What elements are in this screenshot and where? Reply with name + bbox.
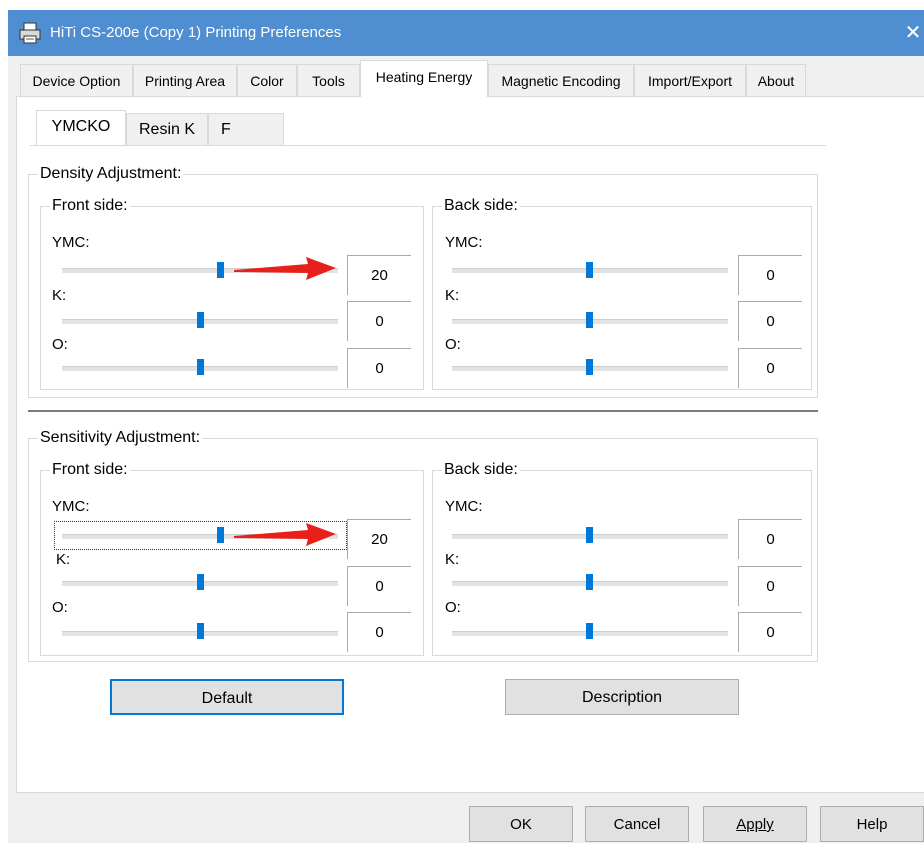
sensitivity-front-o-label: O: bbox=[52, 599, 68, 616]
description-button[interactable]: Description bbox=[505, 679, 739, 715]
density-front-k-label: K: bbox=[52, 287, 67, 304]
density-front-o-thumb[interactable] bbox=[197, 359, 204, 375]
annotation-arrow-icon bbox=[234, 257, 336, 280]
density-back-o-label: O: bbox=[445, 336, 461, 353]
density-back-k-label: K: bbox=[445, 287, 460, 304]
printer-icon bbox=[19, 22, 41, 44]
density-back-ymc-label: YMC: bbox=[445, 234, 483, 251]
density-front-ymc-label: YMC: bbox=[52, 234, 90, 251]
tab-about[interactable]: About bbox=[746, 64, 806, 96]
close-icon[interactable]: ✕ bbox=[902, 10, 924, 56]
density-back-title: Back side: bbox=[442, 197, 520, 215]
density-front-o-label: O: bbox=[52, 336, 68, 353]
sensitivity-back-o-label: O: bbox=[445, 599, 461, 616]
density-back-o-value[interactable]: 0 bbox=[738, 348, 802, 388]
sensitivity-back-title: Back side: bbox=[442, 461, 520, 479]
ok-button[interactable]: OK bbox=[469, 806, 573, 842]
subtab-resin-k[interactable]: Resin K bbox=[126, 113, 208, 145]
sensitivity-front-k-thumb[interactable] bbox=[197, 574, 204, 590]
density-back-ymc-thumb[interactable] bbox=[586, 262, 593, 278]
sensitivity-front-title: Front side: bbox=[50, 461, 130, 479]
tab-device-option[interactable]: Device Option bbox=[20, 64, 133, 96]
density-front-k-value[interactable]: 0 bbox=[347, 301, 411, 341]
subtab-ymcko[interactable]: YMCKO bbox=[36, 110, 126, 146]
tab-color[interactable]: Color bbox=[237, 64, 297, 96]
sensitivity-back-o-value[interactable]: 0 bbox=[738, 612, 802, 652]
cancel-button[interactable]: Cancel bbox=[585, 806, 689, 842]
help-button[interactable]: Help bbox=[820, 806, 924, 842]
sensitivity-back-k-label: K: bbox=[445, 551, 460, 568]
density-back-o-thumb[interactable] bbox=[586, 359, 593, 375]
subtab-underline bbox=[30, 145, 826, 146]
window-title: HiTi CS-200e (Copy 1) Printing Preferenc… bbox=[50, 24, 342, 41]
density-front-ymc-value[interactable]: 20 bbox=[347, 255, 411, 295]
sensitivity-front-o-thumb[interactable] bbox=[197, 623, 204, 639]
sensitivity-front-ymc-thumb[interactable] bbox=[217, 527, 224, 543]
density-front-o-value[interactable]: 0 bbox=[347, 348, 411, 388]
tab-magnetic-encoding[interactable]: Magnetic Encoding bbox=[488, 64, 634, 96]
annotation-arrow-icon bbox=[234, 523, 336, 546]
sensitivity-adjustment-title: Sensitivity Adjustment: bbox=[38, 429, 203, 447]
density-front-ymc-thumb[interactable] bbox=[217, 262, 224, 278]
sensitivity-back-k-thumb[interactable] bbox=[586, 574, 593, 590]
sensitivity-front-k-label: K: bbox=[56, 551, 71, 568]
tab-tools[interactable]: Tools bbox=[297, 64, 360, 96]
apply-button[interactable]: Apply bbox=[703, 806, 807, 842]
default-button[interactable]: Default bbox=[110, 679, 344, 715]
density-front-title: Front side: bbox=[50, 197, 130, 215]
sensitivity-front-o-value[interactable]: 0 bbox=[347, 612, 411, 652]
section-divider bbox=[28, 410, 818, 412]
sensitivity-back-ymc-value[interactable]: 0 bbox=[738, 519, 802, 559]
density-back-ymc-value[interactable]: 0 bbox=[738, 255, 802, 295]
sensitivity-front-k-value[interactable]: 0 bbox=[347, 566, 411, 606]
density-back-k-value[interactable]: 0 bbox=[738, 301, 802, 341]
density-adjustment-title: Density Adjustment: bbox=[38, 165, 184, 183]
sensitivity-front-ymc-label: YMC: bbox=[52, 498, 90, 515]
density-back-k-thumb[interactable] bbox=[586, 312, 593, 328]
tab-import-export[interactable]: Import/Export bbox=[634, 64, 746, 96]
density-front-k-thumb[interactable] bbox=[197, 312, 204, 328]
tab-heating-energy[interactable]: Heating Energy bbox=[360, 60, 488, 97]
sensitivity-back-k-value[interactable]: 0 bbox=[738, 566, 802, 606]
sensitivity-back-ymc-label: YMC: bbox=[445, 498, 483, 515]
sensitivity-back-ymc-thumb[interactable] bbox=[586, 527, 593, 543]
sensitivity-back-o-thumb[interactable] bbox=[586, 623, 593, 639]
subtab-f[interactable]: F bbox=[208, 113, 284, 145]
tab-printing-area[interactable]: Printing Area bbox=[133, 64, 237, 96]
sensitivity-front-ymc-value[interactable]: 20 bbox=[347, 519, 411, 559]
